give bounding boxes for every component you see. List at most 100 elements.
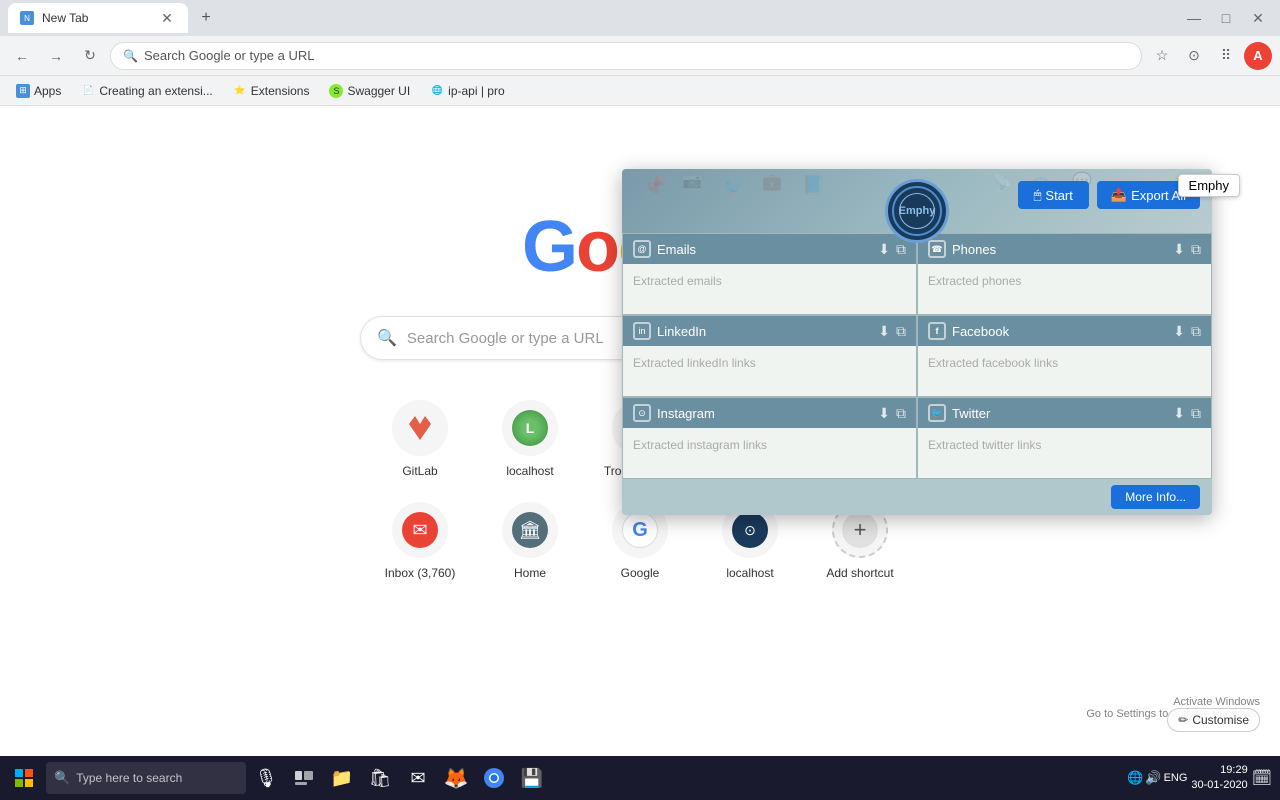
shortcut-gitlab[interactable]: GitLab: [375, 400, 465, 478]
tab-close-button[interactable]: ✕: [158, 9, 176, 27]
phones-download-icon[interactable]: ⬇: [1173, 241, 1185, 258]
instagram-textarea[interactable]: Extracted instagram links: [623, 428, 916, 478]
notification-icon[interactable]: 🗓: [1252, 768, 1272, 788]
shortcut-home[interactable]: 🏛 Home: [485, 502, 575, 580]
search-placeholder: Search Google or type a URL: [407, 330, 604, 347]
address-bar[interactable]: 🔍 Search Google or type a URL: [110, 42, 1142, 70]
bookmark-apps-label: Apps: [34, 84, 61, 98]
minimize-button[interactable]: —: [1180, 4, 1208, 32]
extensions-grid-icon[interactable]: ⠿: [1212, 42, 1240, 70]
bookmark-creating-label: Creating an extensi...: [99, 84, 212, 98]
twitter-header: 🐦 Twitter ⬇ ⧉: [918, 398, 1211, 428]
twitter-actions: ⬇ ⧉: [1173, 405, 1201, 422]
linkedin-copy-icon[interactable]: ⧉: [896, 323, 906, 340]
popup-cell-phones: ☎ Phones ⬇ ⧉ Extracted phones: [917, 233, 1212, 315]
taskbar-taskview[interactable]: [286, 760, 322, 796]
close-button[interactable]: ✕: [1244, 4, 1272, 32]
twitter-label: Twitter: [952, 406, 990, 421]
cast-icon[interactable]: ⊙: [1180, 42, 1208, 70]
creating-icon: 📄: [81, 84, 95, 98]
bookmark-ipapi-label: ip-api | pro: [448, 84, 504, 98]
bookmarks-bar: ⊞ Apps 📄 Creating an extensi... ⭐ Extens…: [0, 76, 1280, 106]
taskbar-mail[interactable]: ✉: [400, 760, 436, 796]
facebook-download-icon[interactable]: ⬇: [1173, 323, 1185, 340]
taskbar-cortana[interactable]: 🎙: [248, 760, 284, 796]
shortcut-google-label: Google: [621, 566, 660, 580]
forward-button[interactable]: →: [42, 42, 70, 70]
taskbar-time: 19:29: [1191, 763, 1247, 778]
taskbar-clock[interactable]: 19:29 30-01-2020: [1191, 763, 1247, 794]
active-tab[interactable]: N New Tab ✕: [8, 3, 188, 33]
more-info-label: More Info...: [1125, 490, 1186, 504]
instagram-download-icon[interactable]: ⬇: [878, 405, 890, 422]
linkedin-actions: ⬇ ⧉: [878, 323, 906, 340]
bookmark-swagger-label: Swagger UI: [347, 84, 410, 98]
instagram-copy-icon[interactable]: ⧉: [896, 405, 906, 422]
bookmark-extensions-label: Extensions: [251, 84, 310, 98]
export-icon: 📤: [1111, 187, 1127, 203]
activate-line1: Activate Windows: [1086, 696, 1260, 708]
customise-icon: ✏: [1178, 713, 1188, 727]
taskbar-search-placeholder: Type here to search: [76, 771, 182, 785]
emails-label: Emails: [657, 242, 696, 257]
facebook-copy-icon[interactable]: ⧉: [1191, 323, 1201, 340]
bookmark-extensions[interactable]: ⭐ Extensions: [225, 82, 318, 100]
phones-textarea[interactable]: Extracted phones: [918, 264, 1211, 314]
taskbar-right: 🌐 🔊 ENG 19:29 30-01-2020 🗓: [1123, 763, 1276, 794]
profile-avatar[interactable]: A: [1244, 42, 1272, 70]
more-info-button[interactable]: More Info...: [1111, 485, 1200, 509]
linkedin-textarea[interactable]: Extracted linkedIn links: [623, 346, 916, 396]
popup-grid: @ Emails ⬇ ⧉ Extracted emails ☎ Phon: [622, 233, 1212, 479]
taskbar-store[interactable]: 🛍: [362, 760, 398, 796]
facebook-actions: ⬇ ⧉: [1173, 323, 1201, 340]
bookmark-icon[interactable]: ☆: [1148, 42, 1176, 70]
twitter-download-icon[interactable]: ⬇: [1173, 405, 1185, 422]
tab-favicon: N: [20, 11, 34, 25]
taskbar-explorer[interactable]: 📁: [324, 760, 360, 796]
nav-bar: ← → ↻ 🔍 Search Google or type a URL ☆ ⊙ …: [0, 36, 1280, 76]
bookmark-ipapi[interactable]: 🌐 ip-api | pro: [422, 82, 512, 100]
instagram-icon: ⊙: [633, 404, 651, 422]
bookmark-apps[interactable]: ⊞ Apps: [8, 82, 69, 100]
taskbar-search[interactable]: 🔍 Type here to search: [46, 762, 246, 794]
volume-icon[interactable]: 🔊: [1145, 770, 1161, 786]
phones-label: Phones: [952, 242, 996, 257]
taskbar-firefox[interactable]: 🦊: [438, 760, 474, 796]
shortcut-home-icon: 🏛: [502, 502, 558, 558]
shortcut-inbox[interactable]: ✉ Inbox (3,760): [375, 502, 465, 580]
twitter-textarea[interactable]: Extracted twitter links: [918, 428, 1211, 478]
emails-copy-icon[interactable]: ⧉: [896, 241, 906, 258]
shortcut-home-label: Home: [514, 566, 546, 580]
emails-textarea[interactable]: Extracted emails: [623, 264, 916, 314]
reload-button[interactable]: ↻: [76, 42, 104, 70]
bookmark-creating[interactable]: 📄 Creating an extensi...: [73, 82, 220, 100]
shortcut-localhost1[interactable]: L localhost: [485, 400, 575, 478]
network-icon[interactable]: 🌐: [1127, 770, 1143, 786]
phones-copy-icon[interactable]: ⧉: [1191, 241, 1201, 258]
emails-actions: ⬇ ⧉: [878, 241, 906, 258]
facebook-textarea[interactable]: Extracted facebook links: [918, 346, 1211, 396]
linkedin-download-icon[interactable]: ⬇: [878, 323, 890, 340]
browser-frame: N New Tab ✕ + — □ ✕ ← → ↻ 🔍 Search Googl…: [0, 0, 1280, 800]
new-tab-button[interactable]: +: [192, 4, 220, 32]
emphy-popup-label: Emphy: [1178, 174, 1240, 197]
address-text: Search Google or type a URL: [144, 48, 315, 63]
swagger-icon: S: [329, 84, 343, 98]
taskbar-sys-icons: 🌐 🔊 ENG: [1127, 770, 1187, 786]
popup-cell-emails: @ Emails ⬇ ⧉ Extracted emails: [622, 233, 917, 315]
start-button[interactable]: 🖱 Start: [1018, 181, 1089, 209]
start-menu-button[interactable]: [4, 758, 44, 798]
ipapi-icon: 🌐: [430, 84, 444, 98]
main-content: G o o g l e 🔍 Search Google or type a UR…: [0, 106, 1280, 800]
popup-cell-linkedin: in LinkedIn ⬇ ⧉ Extracted linkedIn links: [622, 315, 917, 397]
customise-button[interactable]: ✏ Customise: [1167, 708, 1260, 732]
maximize-button[interactable]: □: [1212, 4, 1240, 32]
emails-download-icon[interactable]: ⬇: [878, 241, 890, 258]
bookmark-swagger[interactable]: S Swagger UI: [321, 82, 418, 100]
back-button[interactable]: ←: [8, 42, 36, 70]
twitter-copy-icon[interactable]: ⧉: [1191, 405, 1201, 422]
shortcut-inbox-icon: ✉: [392, 502, 448, 558]
taskbar-chrome[interactable]: [476, 760, 512, 796]
taskbar-app7[interactable]: 💾: [514, 760, 550, 796]
apps-icon: ⊞: [16, 84, 30, 98]
